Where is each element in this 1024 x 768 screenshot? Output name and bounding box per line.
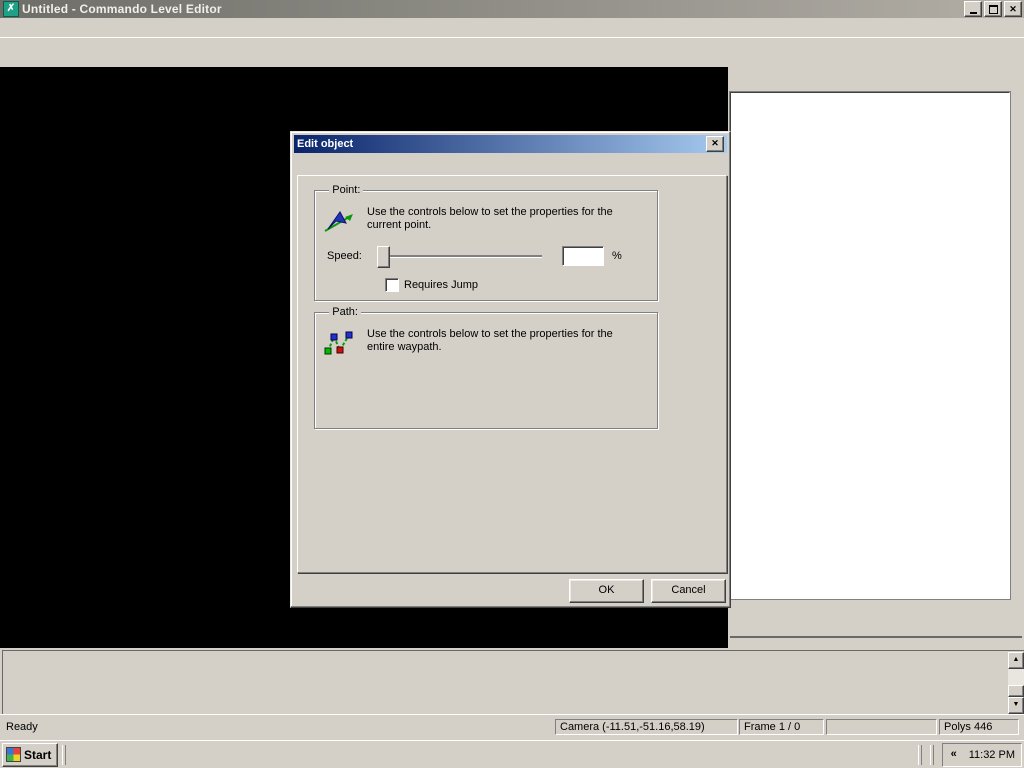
dialog-close-button[interactable]: ✕ xyxy=(706,136,724,152)
edit-object-dialog: Edit object ✕ Point: Use the controls be… xyxy=(290,131,731,608)
ok-button[interactable]: OK xyxy=(569,579,644,603)
slider-track[interactable] xyxy=(377,255,542,258)
dialog-title-bar: Edit object ✕ xyxy=(294,135,727,153)
preset-action-bar xyxy=(730,596,1022,638)
title-bar: Untitled - Commando Level Editor ✕ xyxy=(0,0,1024,18)
waypath-tab-page: Point: Use the controls below to set the… xyxy=(297,175,727,573)
status-blank xyxy=(826,719,937,735)
scroll-track[interactable] xyxy=(1008,669,1024,685)
minimize-button[interactable] xyxy=(964,1,982,17)
start-button[interactable]: Start xyxy=(2,743,58,767)
path-legend: Path: xyxy=(329,306,361,318)
scroll-down-icon[interactable]: ▼ xyxy=(1008,697,1024,714)
point-description: Use the controls below to set the proper… xyxy=(367,206,627,232)
path-description: Use the controls below to set the proper… xyxy=(367,328,627,354)
requires-jump-checkbox[interactable]: Requires Jump xyxy=(385,278,478,292)
restore-button[interactable] xyxy=(984,1,1002,17)
path-icon xyxy=(323,330,355,361)
tray-chevron-icon[interactable]: « xyxy=(946,747,962,763)
point-group: Point: Use the controls below to set the… xyxy=(314,184,658,301)
system-tray: « 11:32 PM xyxy=(942,743,1022,767)
speed-input[interactable] xyxy=(562,246,604,266)
point-icon xyxy=(323,208,355,237)
status-polys: Polys 446 xyxy=(939,719,1019,735)
status-ready: Ready xyxy=(6,721,38,733)
close-button[interactable]: ✕ xyxy=(1004,1,1022,17)
speed-slider[interactable] xyxy=(377,246,542,266)
speed-label: Speed: xyxy=(327,250,369,262)
taskbar-grip[interactable] xyxy=(918,745,922,765)
log-area: ▲ ▼ xyxy=(0,648,1024,718)
clock: 11:32 PM xyxy=(969,749,1015,761)
taskbar-grip[interactable] xyxy=(930,745,934,765)
windows-flag-icon xyxy=(6,747,21,762)
app-icon xyxy=(3,1,19,17)
cancel-button[interactable]: Cancel xyxy=(651,579,726,603)
taskbar: Start « 11:32 PM xyxy=(0,740,1024,768)
start-label: Start xyxy=(24,748,51,762)
window-title: Untitled - Commando Level Editor xyxy=(22,2,222,16)
status-bar: Ready Camera (-11.51,-51.16,58.19) Frame… xyxy=(0,714,1024,741)
taskbar-grip[interactable] xyxy=(62,745,66,765)
panel-tab-strip xyxy=(730,71,1012,92)
presets-panel xyxy=(728,67,1024,648)
status-camera: Camera (-11.51,-51.16,58.19) xyxy=(555,719,738,735)
scroll-thumb[interactable] xyxy=(1008,685,1024,697)
menu-bar xyxy=(0,18,1024,37)
point-legend: Point: xyxy=(329,184,363,196)
toolbar xyxy=(0,37,1024,68)
scroll-up-icon[interactable]: ▲ xyxy=(1008,652,1024,669)
presets-tree xyxy=(730,92,1010,599)
checkbox-label: Requires Jump xyxy=(404,279,478,291)
checkbox[interactable] xyxy=(385,278,399,292)
dialog-title: Edit object xyxy=(297,138,353,150)
path-group: Path: Use the controls below to set the … xyxy=(314,306,658,429)
slider-thumb[interactable] xyxy=(377,246,390,268)
percent-label: % xyxy=(612,250,622,262)
status-frame: Frame 1 / 0 xyxy=(739,719,824,735)
tab-page-spacer xyxy=(312,428,712,562)
log-scrollbar[interactable]: ▲ ▼ xyxy=(1008,652,1024,714)
